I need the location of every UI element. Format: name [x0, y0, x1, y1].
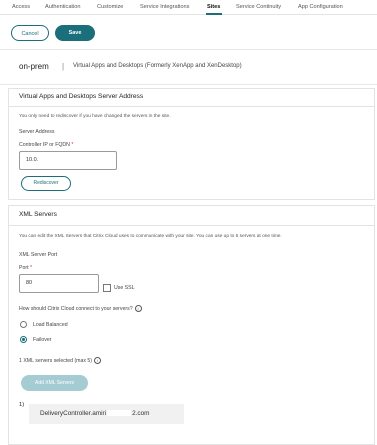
xml-server-address: DeliveryController.amiri 2.com: [40, 410, 150, 417]
xml-servers-note: You can edit the XML Servers that Citrix…: [19, 234, 282, 239]
rediscover-note: You only need to rediscover if you have …: [19, 114, 171, 119]
xml-section-title: XML Servers: [19, 211, 57, 218]
server-address-label: Server Address: [19, 129, 55, 135]
cancel-button[interactable]: Cancel: [11, 25, 49, 41]
tab-authentication[interactable]: Authentication: [45, 4, 80, 10]
failover-label: Failover: [33, 337, 52, 343]
info-icon[interactable]: i: [134, 305, 142, 312]
site-description: Virtual Apps and Desktops (Formerly XenA…: [73, 63, 242, 69]
site-separator: |: [62, 62, 65, 71]
use-ssl-label: Use SSL: [114, 285, 135, 291]
section-divider: [8, 225, 375, 226]
server-index: 1): [19, 402, 25, 408]
tab-service-continuity[interactable]: Service Continuity: [236, 4, 281, 10]
settings-tab-bar: Access Authentication Customize Service …: [0, 0, 377, 15]
use-ssl-checkbox[interactable]: [103, 284, 111, 292]
port-input[interactable]: 80: [19, 274, 99, 293]
rediscover-button[interactable]: Rediscover: [21, 176, 71, 191]
tab-app-configuration[interactable]: App Configuration: [298, 4, 343, 10]
port-field-label: Port *: [19, 265, 32, 271]
active-tab-indicator: [206, 13, 222, 15]
section-divider: [8, 106, 375, 107]
site-name: on-prem: [19, 62, 49, 71]
controller-address-input[interactable]: 10.0.: [19, 151, 117, 170]
tab-access[interactable]: Access: [12, 4, 30, 10]
selected-count-text: 1 XML servers selected (max 5) i: [19, 357, 102, 364]
server-section-title: Virtual Apps and Desktops Server Address: [19, 93, 144, 100]
controller-field-label: Controller IP or FQDN *: [19, 142, 74, 148]
xml-server-row[interactable]: DeliveryController.amiri 2.com: [29, 404, 184, 424]
connection-question: How should Citrix Cloud connect to your …: [19, 305, 142, 312]
xml-port-subtitle: XML Server Port: [19, 252, 58, 258]
tab-customize[interactable]: Customize: [97, 4, 123, 10]
failover-radio[interactable]: [20, 336, 27, 343]
load-balanced-radio[interactable]: [20, 321, 27, 328]
info-icon[interactable]: i: [94, 357, 102, 364]
tab-sites[interactable]: Sites: [207, 4, 220, 10]
redaction-mask: [107, 410, 132, 417]
tab-service-integrations[interactable]: Service Integrations: [140, 4, 189, 10]
load-balanced-label: Load Balanced: [33, 322, 68, 328]
add-xml-servers-button[interactable]: Add XML Servers: [21, 375, 88, 391]
save-button[interactable]: Save: [55, 25, 95, 41]
